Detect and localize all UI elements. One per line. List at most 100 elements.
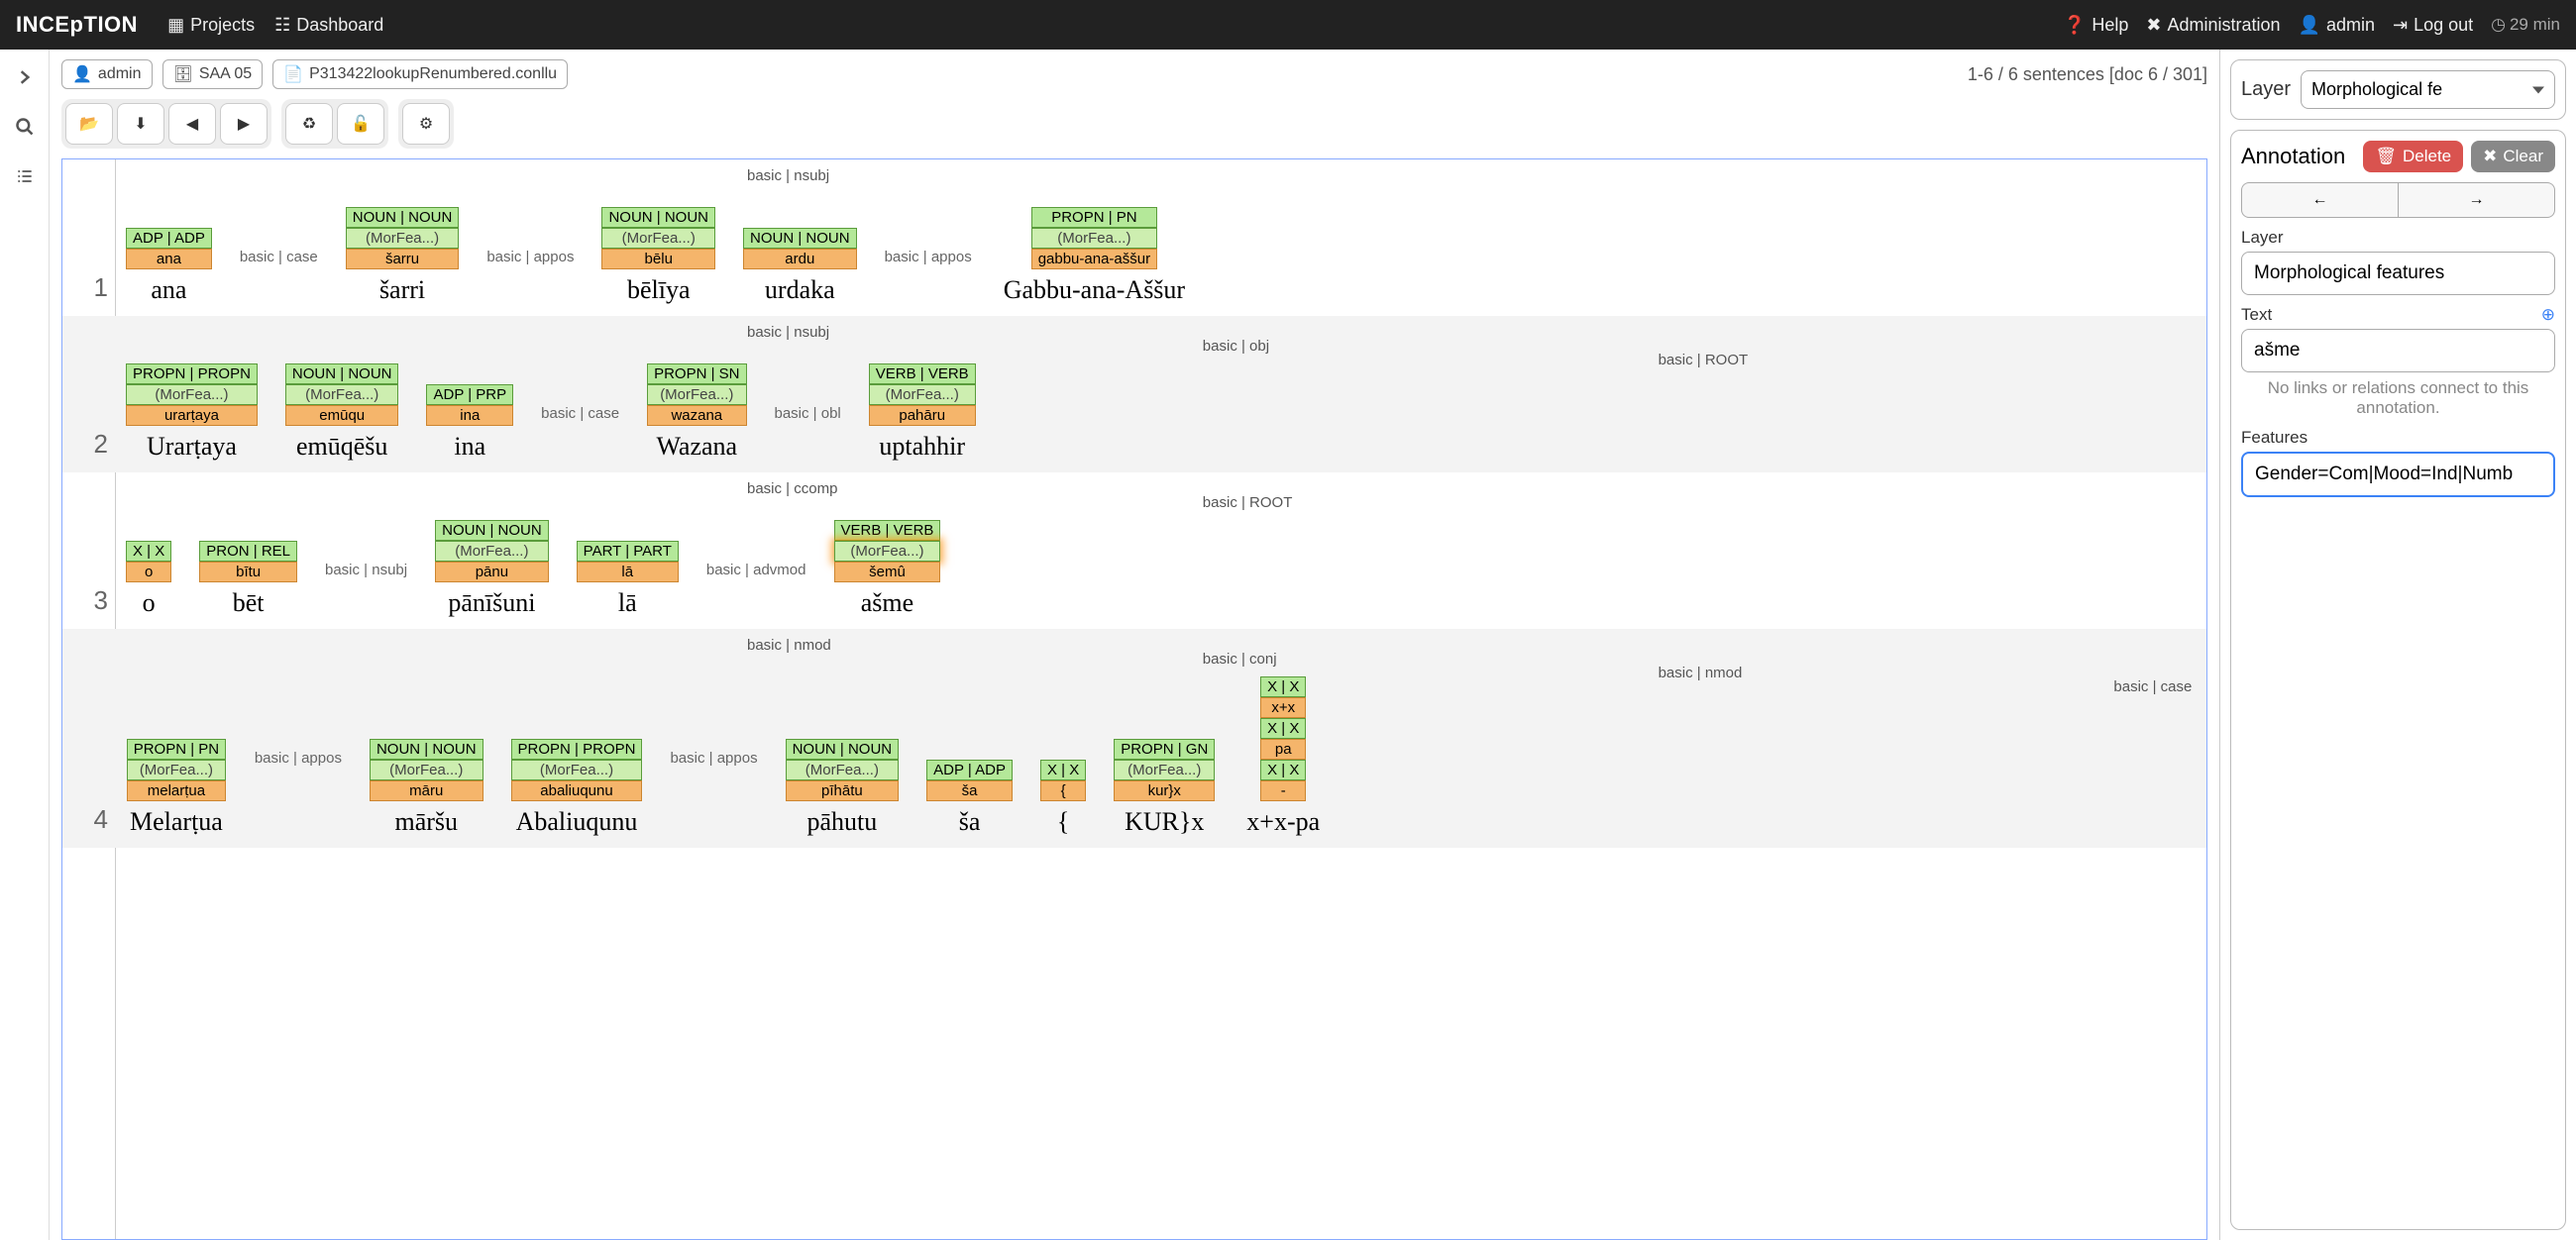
token[interactable]: PROPN | SN(MorFea...)wazana Wazana: [647, 363, 746, 464]
token[interactable]: X | Xoo: [126, 541, 171, 620]
pos-tag[interactable]: PROPN | PROPN: [126, 363, 258, 384]
crumb-project[interactable]: 🗄 SAA 05: [162, 59, 264, 89]
pos-tag[interactable]: X | X: [126, 541, 171, 562]
pos-tag[interactable]: NOUN | NOUN: [285, 363, 399, 384]
pos-tag[interactable]: NOUN | NOUN: [601, 207, 715, 228]
pos-tag[interactable]: VERB | VERB: [834, 520, 941, 541]
morph-tag[interactable]: (MorFea...): [127, 760, 226, 780]
next-annotation-button[interactable]: →: [2399, 182, 2555, 218]
pos-tag[interactable]: PRON | REL: [199, 541, 297, 562]
locate-icon[interactable]: ⊕: [2541, 305, 2555, 325]
lemma-tag[interactable]: pa: [1260, 739, 1306, 760]
morph-tag[interactable]: (MorFea...): [869, 384, 976, 405]
token-text[interactable]: emūqēšu: [292, 430, 391, 464]
lemma-tag[interactable]: gabbu-ana-aššur: [1031, 249, 1157, 269]
lemma-tag[interactable]: bītu: [199, 562, 297, 582]
token-text[interactable]: bēt: [229, 586, 268, 620]
morph-tag[interactable]: (MorFea...): [126, 384, 258, 405]
lemma-tag[interactable]: emūqu: [285, 405, 399, 426]
nav-logout[interactable]: ⇥ Log out: [2393, 15, 2473, 36]
lemma-tag[interactable]: kur}x: [1114, 780, 1215, 801]
lemma-tag[interactable]: urarṭaya: [126, 405, 258, 426]
token-text[interactable]: Abaliuqunu: [512, 805, 642, 839]
token-text[interactable]: lā: [614, 586, 641, 620]
token-text[interactable]: šarri: [376, 273, 429, 307]
search-button[interactable]: [7, 109, 43, 145]
lemma-tag[interactable]: šarru: [346, 249, 460, 269]
pos-tag[interactable]: NOUN | NOUN: [435, 520, 549, 541]
token[interactable]: X | Xx+xX | XpaX | X-x+x-pa: [1242, 676, 1324, 839]
nav-administration[interactable]: ✖ Administration: [2146, 15, 2280, 36]
token[interactable]: ADP | ADPšaša: [926, 760, 1013, 839]
list-button[interactable]: [7, 158, 43, 194]
token[interactable]: VERB | VERB(MorFea...)šemûašme: [834, 520, 941, 620]
token[interactable]: X | X{{: [1040, 760, 1086, 839]
annotation-canvas[interactable]: 1basic | nsubjADP | ADPanaanabasic | cas…: [61, 158, 2207, 1240]
lemma-tag[interactable]: x+x: [1260, 697, 1306, 718]
pos-tag[interactable]: NOUN | NOUN: [370, 739, 483, 760]
lemma-tag[interactable]: wazana: [647, 405, 746, 426]
pos-tag[interactable]: PROPN | SN: [647, 363, 746, 384]
token[interactable]: NOUN | NOUN(MorFea...)pānupānīšuni: [435, 520, 549, 620]
prev-page-button[interactable]: ◀: [168, 103, 216, 145]
lemma-tag[interactable]: bēlu: [601, 249, 715, 269]
pos-tag[interactable]: PROPN | PN: [127, 739, 226, 760]
token-text[interactable]: māršu: [390, 805, 462, 839]
morph-tag[interactable]: (MorFea...): [511, 760, 643, 780]
token-text[interactable]: bēlīya: [623, 273, 695, 307]
morph-tag[interactable]: (MorFea...): [285, 384, 399, 405]
lemma-tag[interactable]: melarṭua: [127, 780, 226, 801]
token-text[interactable]: urdaka: [761, 273, 839, 307]
pos-tag[interactable]: PROPN | GN: [1114, 739, 1215, 760]
pos-tag[interactable]: NOUN | NOUN: [786, 739, 900, 760]
morph-tag[interactable]: (MorFea...): [370, 760, 483, 780]
features-input[interactable]: [2241, 452, 2555, 497]
crumb-user[interactable]: 👤 admin: [61, 59, 153, 89]
clear-button[interactable]: ✖ Clear: [2471, 141, 2555, 172]
token[interactable]: NOUN | NOUN(MorFea...)bēlubēlīya: [601, 207, 715, 307]
token[interactable]: PART | PARTlālā: [577, 541, 679, 620]
lemma-tag[interactable]: pahāru: [869, 405, 976, 426]
token-text[interactable]: ina: [450, 430, 489, 464]
token[interactable]: VERB | VERB(MorFea...)pahāruuptahhir: [869, 363, 976, 464]
settings-button[interactable]: ⚙: [402, 103, 450, 145]
token[interactable]: NOUN | NOUN(MorFea...)šarrušarri: [346, 207, 460, 307]
token[interactable]: NOUN | NOUNarduurdaka: [743, 228, 857, 307]
pos-tag[interactable]: X | X: [1260, 760, 1306, 780]
download-button[interactable]: ⬇: [117, 103, 164, 145]
token[interactable]: ADP | PRPinaina: [426, 384, 513, 464]
token-text[interactable]: ana: [147, 273, 190, 307]
token-text[interactable]: Wazana: [652, 430, 741, 464]
next-page-button[interactable]: ▶: [220, 103, 268, 145]
pos-tag[interactable]: ADP | PRP: [426, 384, 513, 405]
lemma-tag[interactable]: lā: [577, 562, 679, 582]
pos-tag[interactable]: ADP | ADP: [126, 228, 212, 249]
lemma-tag[interactable]: {: [1040, 780, 1086, 801]
lemma-tag[interactable]: māru: [370, 780, 483, 801]
recycle-button[interactable]: ♻: [285, 103, 333, 145]
lemma-tag[interactable]: ša: [926, 780, 1013, 801]
morph-tag[interactable]: (MorFea...): [647, 384, 746, 405]
token[interactable]: PROPN | PN(MorFea...)gabbu-ana-aššurGabb…: [1000, 207, 1189, 307]
pos-tag[interactable]: NOUN | NOUN: [346, 207, 460, 228]
nav-help[interactable]: ❓ Help: [2064, 15, 2128, 36]
layer-select[interactable]: Morphological fe: [2301, 70, 2555, 109]
token-text[interactable]: pāhutu: [803, 805, 881, 839]
token[interactable]: NOUN | NOUN(MorFea...)pīhātupāhutu: [786, 739, 900, 839]
token[interactable]: NOUN | NOUN(MorFea...)emūqu emūqēšu: [285, 363, 399, 464]
token-text[interactable]: KUR}x: [1121, 805, 1208, 839]
morph-tag[interactable]: (MorFea...): [1114, 760, 1215, 780]
token-text[interactable]: pānīšuni: [444, 586, 539, 620]
token-text[interactable]: Melarṭua: [126, 805, 227, 839]
crumb-document[interactable]: 📄 P313422lookupRenumbered.conllu: [272, 59, 568, 89]
token-text[interactable]: uptahhir: [875, 430, 969, 464]
nav-user[interactable]: 👤 admin: [2299, 15, 2375, 36]
expand-sidebar-button[interactable]: [7, 59, 43, 95]
token-text[interactable]: Gabbu-ana-Aššur: [1000, 273, 1189, 307]
morph-tag[interactable]: (MorFea...): [1031, 228, 1157, 249]
token[interactable]: PRON | RELbītu bēt: [199, 541, 297, 620]
morph-tag[interactable]: (MorFea...): [786, 760, 900, 780]
token-text[interactable]: {: [1053, 805, 1073, 839]
pos-tag[interactable]: X | X: [1040, 760, 1086, 780]
pos-tag[interactable]: ADP | ADP: [926, 760, 1013, 780]
